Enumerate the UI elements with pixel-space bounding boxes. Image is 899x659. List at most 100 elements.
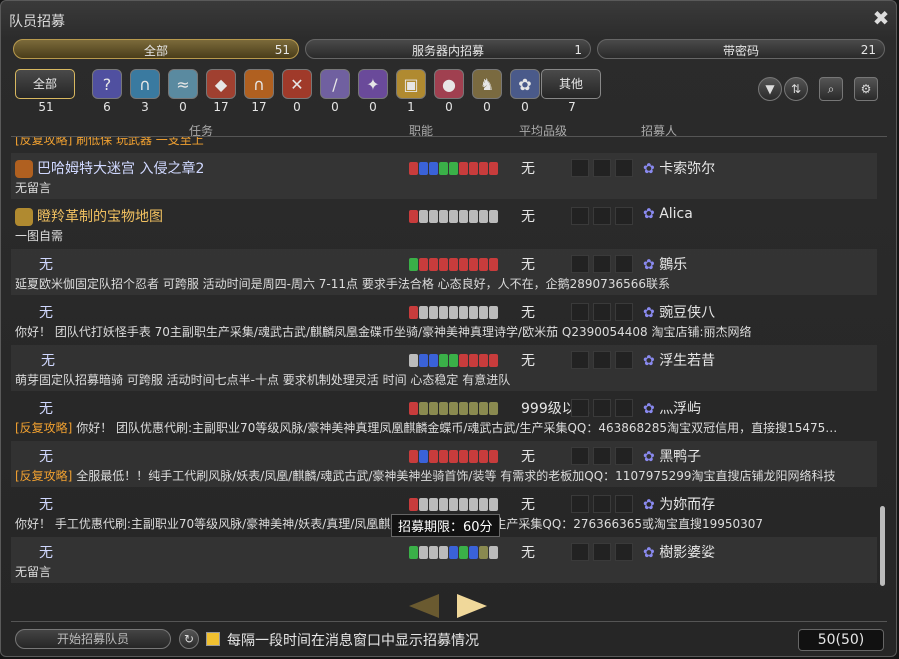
row-avg-level: 无 bbox=[521, 449, 535, 465]
category-all-button[interactable]: 全部 bbox=[15, 69, 75, 99]
job-slot-icon bbox=[449, 162, 458, 175]
job-slot-icon bbox=[429, 402, 438, 415]
job-slot-icon bbox=[469, 546, 478, 559]
category-mask[interactable]: ● 0 bbox=[433, 69, 465, 117]
job-slot-icon bbox=[489, 498, 498, 511]
category-scroll[interactable]: ≈0 bbox=[167, 69, 199, 117]
party-finder-window: 队员招募 ✖ 全部 51 服务器内招募 1 带密码 21 全部 51 ? 6 ∩ 3 ≈… bbox=[0, 0, 897, 657]
job-slot-icon bbox=[489, 354, 498, 367]
category-chocobo[interactable]: ♞ 0 bbox=[471, 69, 503, 117]
job-slot-icon bbox=[409, 546, 418, 559]
listing-row[interactable]: 无延夏欧米伽固定队招个忍者 可跨服 活动时间是周四-周六 7-11点 要求手法合… bbox=[11, 249, 877, 295]
category-all[interactable]: 全部 51 bbox=[15, 69, 77, 117]
tab-all[interactable]: 全部 51 bbox=[13, 39, 299, 59]
listing-row[interactable]: 无 [反复攻略] 全服最低！！纯手工代刷风脉/妖表/凤凰/麒麟/魂武古武/豪神美神… bbox=[11, 441, 877, 487]
row-comment: 你好！ 团队代打妖怪手表 70主副职生产采集/魂武古武/麒麟凤凰金碟币坐骑/豪神… bbox=[15, 325, 752, 339]
listing-row[interactable]: 瞪羚革制的宝物地图 一图自需 无 ✿ Alica bbox=[11, 201, 877, 247]
category-staff[interactable]: /0 bbox=[319, 69, 351, 117]
job-slot-icon bbox=[429, 546, 438, 559]
category-other-button[interactable]: 其他 bbox=[541, 69, 601, 99]
category-count: 6 bbox=[103, 100, 111, 114]
job-slot-icon bbox=[409, 354, 418, 367]
star-emblem-icon: ✦ bbox=[358, 69, 388, 99]
tab-count: 1 bbox=[574, 43, 582, 57]
listing-row[interactable]: 无你好！ 团队代打妖怪手表 70主副职生产采集/魂武古武/麒麟凤凰金碟币坐骑/豪… bbox=[11, 297, 877, 343]
tab-label: 全部 bbox=[143, 44, 168, 58]
row-extra-slots bbox=[571, 399, 637, 420]
row-extra-slots bbox=[571, 543, 637, 564]
slot bbox=[615, 255, 633, 273]
category-other[interactable]: 其他 7 bbox=[541, 69, 603, 117]
job-slot-icon bbox=[429, 162, 438, 175]
category-question[interactable]: ? 6 bbox=[91, 69, 123, 117]
slot bbox=[615, 543, 633, 561]
category-demon-mask[interactable]: ◆ 17 bbox=[205, 69, 237, 117]
category-portal[interactable]: ∩ 17 bbox=[243, 69, 275, 117]
job-slot-icon bbox=[459, 354, 468, 367]
settings-icon[interactable]: ⚙ bbox=[854, 77, 878, 101]
close-icon[interactable]: ✖ bbox=[870, 7, 892, 29]
flower-icon: ✿ bbox=[643, 401, 660, 417]
category-arch[interactable]: ∩ 3 bbox=[129, 69, 161, 117]
job-slot-icon bbox=[469, 354, 478, 367]
next-page-icon[interactable] bbox=[457, 594, 487, 618]
job-slot-icon bbox=[459, 210, 468, 223]
listing-row[interactable]: 巴哈姆特大迷宫 入侵之章2 无留言 无 ✿ 卡索弥尔 bbox=[11, 153, 877, 199]
job-slot-icon bbox=[449, 546, 458, 559]
flower-icon: ✿ bbox=[643, 161, 660, 177]
scrollbar[interactable] bbox=[880, 506, 885, 586]
refresh-icon[interactable]: ↻ bbox=[179, 629, 199, 649]
flower-icon: ✿ bbox=[643, 497, 660, 513]
slot bbox=[571, 207, 589, 225]
category-treasure-chest[interactable]: ▣ 1 bbox=[395, 69, 427, 117]
row-title: 无 bbox=[39, 449, 53, 465]
partial-row: [反复攻略] 刷低保 玩武器 一支至上 bbox=[15, 137, 204, 147]
job-slot-icon bbox=[479, 546, 488, 559]
row-comment: [反复攻略] 全服最低！！纯手工代刷风脉/妖表/凤凰/麒麟/魂武古武/豪神美神坐… bbox=[15, 469, 836, 483]
category-crossed-swords[interactable]: ✕ 0 bbox=[281, 69, 313, 117]
listing-row[interactable]: 无无留言 无 ✿ 樹影婆娑 bbox=[11, 537, 877, 583]
filter-icon[interactable]: ▼ bbox=[758, 77, 782, 101]
job-slot-icon bbox=[479, 210, 488, 223]
slot bbox=[593, 351, 611, 369]
row-title: 无 bbox=[41, 353, 55, 369]
listing-row[interactable]: 无萌芽固定队招募暗骑 可跨服 活动时间七点半-十点 要求机制处理灵活 时间 心态… bbox=[11, 345, 877, 391]
row-title: 无 bbox=[39, 305, 53, 321]
slot bbox=[593, 255, 611, 273]
slot bbox=[571, 495, 589, 513]
category-count: 0 bbox=[445, 100, 453, 114]
row-recruiter: ✿ 鶵乐 bbox=[643, 257, 688, 273]
category-ribbon[interactable]: ✿ 0 bbox=[509, 69, 541, 117]
category-star-emblem[interactable]: ✦ 0 bbox=[357, 69, 389, 117]
job-slot-icon bbox=[409, 402, 418, 415]
portal-icon bbox=[15, 160, 33, 178]
job-slot-icon bbox=[419, 354, 428, 367]
row-title: 瞪羚革制的宝物地图 bbox=[15, 206, 163, 226]
job-slot-icon bbox=[489, 210, 498, 223]
prev-page-icon[interactable] bbox=[409, 594, 439, 618]
category-count: 0 bbox=[293, 100, 301, 114]
row-avg-level: 无 bbox=[521, 161, 535, 177]
slot bbox=[571, 543, 589, 561]
job-slot-icon bbox=[409, 210, 418, 223]
category-count: 0 bbox=[331, 100, 339, 114]
tab-label: 带密码 bbox=[722, 44, 759, 58]
search-icon[interactable]: ⌕ bbox=[819, 77, 843, 101]
notice-checkbox[interactable] bbox=[206, 632, 220, 646]
job-slot-icon bbox=[489, 450, 498, 463]
job-slot-icon bbox=[439, 162, 448, 175]
listing-row[interactable]: 无 [反复攻略] 你好！ 团队优惠代刷:主副职业70等级风脉/豪神美神真理凤凰麒麟… bbox=[11, 393, 877, 439]
tab-password[interactable]: 带密码 21 bbox=[597, 39, 885, 59]
job-slot-icon bbox=[479, 450, 488, 463]
tab-label: 服务器内招募 bbox=[411, 44, 484, 58]
row-comment: 一图自需 bbox=[15, 229, 64, 243]
row-recruiter: ✿ 卡索弥尔 bbox=[643, 161, 716, 177]
row-job-slots bbox=[409, 354, 499, 368]
row-recruiter: ✿ 樹影婆娑 bbox=[643, 545, 716, 561]
row-comment: 无留言 bbox=[15, 181, 52, 195]
tab-server[interactable]: 服务器内招募 1 bbox=[305, 39, 591, 59]
sort-icon[interactable]: ⇅ bbox=[784, 77, 808, 101]
row-comment: 无留言 bbox=[15, 565, 52, 579]
start-recruit-button[interactable]: 开始招募队员 bbox=[15, 629, 171, 649]
job-slot-icon bbox=[439, 354, 448, 367]
